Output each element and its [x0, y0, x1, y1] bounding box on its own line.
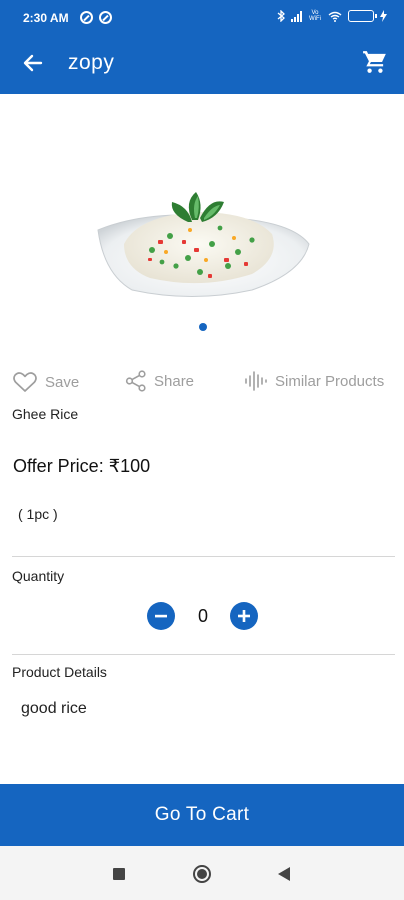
- plus-icon: [238, 610, 250, 622]
- share-icon: [125, 370, 146, 392]
- offer-price: Offer Price: ₹100: [13, 456, 151, 476]
- minus-icon: [155, 614, 167, 618]
- share-button[interactable]: Share: [125, 370, 194, 392]
- increase-quantity-button[interactable]: [230, 602, 258, 630]
- go-to-cart-button[interactable]: Go To Cart: [0, 784, 404, 846]
- go-to-cart-label: Go To Cart: [154, 804, 250, 825]
- recents-icon[interactable]: [113, 868, 125, 880]
- bluetooth-icon: [277, 10, 285, 22]
- product-action-row: Save Share Similar Products: [0, 370, 404, 398]
- divider: [12, 556, 395, 557]
- product-name: Ghee Rice: [12, 406, 79, 422]
- battery-icon: [348, 10, 377, 22]
- quantity-value: 0: [197, 606, 208, 626]
- quantity-label: Quantity: [12, 568, 65, 584]
- system-nav-bar: [0, 846, 404, 900]
- shopping-cart-icon: [363, 51, 386, 73]
- home-icon[interactable]: [193, 865, 211, 883]
- charging-icon: [380, 10, 387, 22]
- share-label: Share: [154, 372, 195, 390]
- save-button[interactable]: Save: [12, 370, 79, 394]
- back-button[interactable]: [18, 48, 48, 78]
- dnd-icon: [99, 11, 112, 24]
- product-image[interactable]: [92, 178, 314, 303]
- network-label: Vo WiFi: [309, 10, 321, 22]
- heart-outline-icon: [13, 372, 37, 392]
- status-time: 2:30 AM: [23, 11, 69, 25]
- carousel-page-dot[interactable]: [199, 323, 207, 331]
- product-details-label: Product Details: [12, 664, 107, 680]
- sound-wave-icon: [245, 371, 267, 391]
- similar-products-label: Similar Products: [275, 372, 385, 390]
- status-system-icons: Vo WiFi: [277, 10, 387, 22]
- wifi-icon: [328, 11, 342, 22]
- product-details-text: good rice: [21, 700, 87, 717]
- arrow-left-icon: [23, 54, 43, 72]
- app-bar: zopy: [0, 36, 404, 94]
- save-label: Save: [45, 373, 80, 391]
- decrease-quantity-button[interactable]: [147, 602, 175, 630]
- back-triangle-icon[interactable]: [278, 867, 290, 881]
- status-bar: 2:30 AM Vo WiFi: [0, 0, 404, 36]
- similar-products-button[interactable]: Similar Products: [244, 370, 384, 392]
- cart-button[interactable]: [362, 49, 390, 77]
- status-notification-icons: [80, 11, 112, 24]
- dnd-icon: [80, 11, 93, 24]
- divider: [12, 654, 395, 655]
- signal-icon: [291, 10, 302, 22]
- app-title: zopy: [68, 51, 115, 74]
- product-unit: ( 1pc ): [18, 506, 58, 522]
